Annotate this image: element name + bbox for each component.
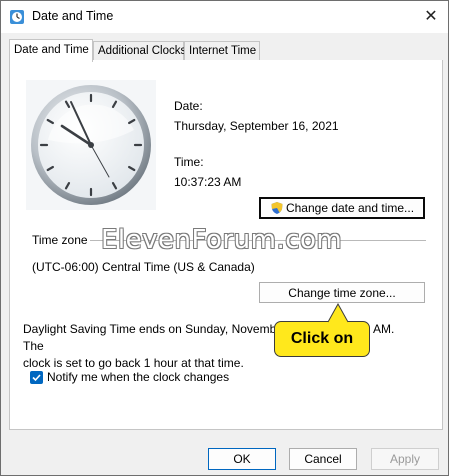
click-on-callout: Click on [274,321,370,357]
notify-label[interactable]: Notify me when the clock changes [47,370,229,384]
date-label: Date: [174,99,203,113]
watermark-text: ElevenForum.com [101,225,343,255]
apply-button[interactable]: Apply [371,448,439,470]
tab-strip: Date and Time Additional Clocks Internet… [9,39,443,62]
date-time-dialog: Date and Time ✕ Date and Time Additional… [0,0,449,476]
callout-pointer-icon [327,303,349,323]
clock-app-icon [10,10,24,24]
window-title: Date and Time [32,9,114,23]
clock-face-icon [31,85,151,205]
date-value: Thursday, September 16, 2021 [174,119,339,133]
close-icon: ✕ [424,8,438,25]
cancel-button[interactable]: Cancel [289,448,357,470]
tab-additional-clocks[interactable]: Additional Clocks [93,41,186,61]
ok-button[interactable]: OK [208,448,276,470]
notify-checkbox[interactable] [30,371,43,384]
analog-clock [26,80,156,210]
checkmark-icon [32,374,41,382]
title-bar: Date and Time ✕ [1,1,448,33]
close-button[interactable]: ✕ [418,4,444,28]
change-date-time-button[interactable]: Change date and time... [259,197,425,219]
tab-internet-time[interactable]: Internet Time [184,41,260,61]
change-time-zone-button[interactable]: Change time zone... [259,282,425,303]
time-value: 10:37:23 AM [174,175,242,189]
uac-shield-icon [271,201,283,214]
time-label: Time: [174,155,204,169]
time-zone-value: (UTC-06:00) Central Time (US & Canada) [32,260,255,274]
tab-date-and-time[interactable]: Date and Time [9,39,93,62]
time-zone-section-label: Time zone [32,233,88,247]
